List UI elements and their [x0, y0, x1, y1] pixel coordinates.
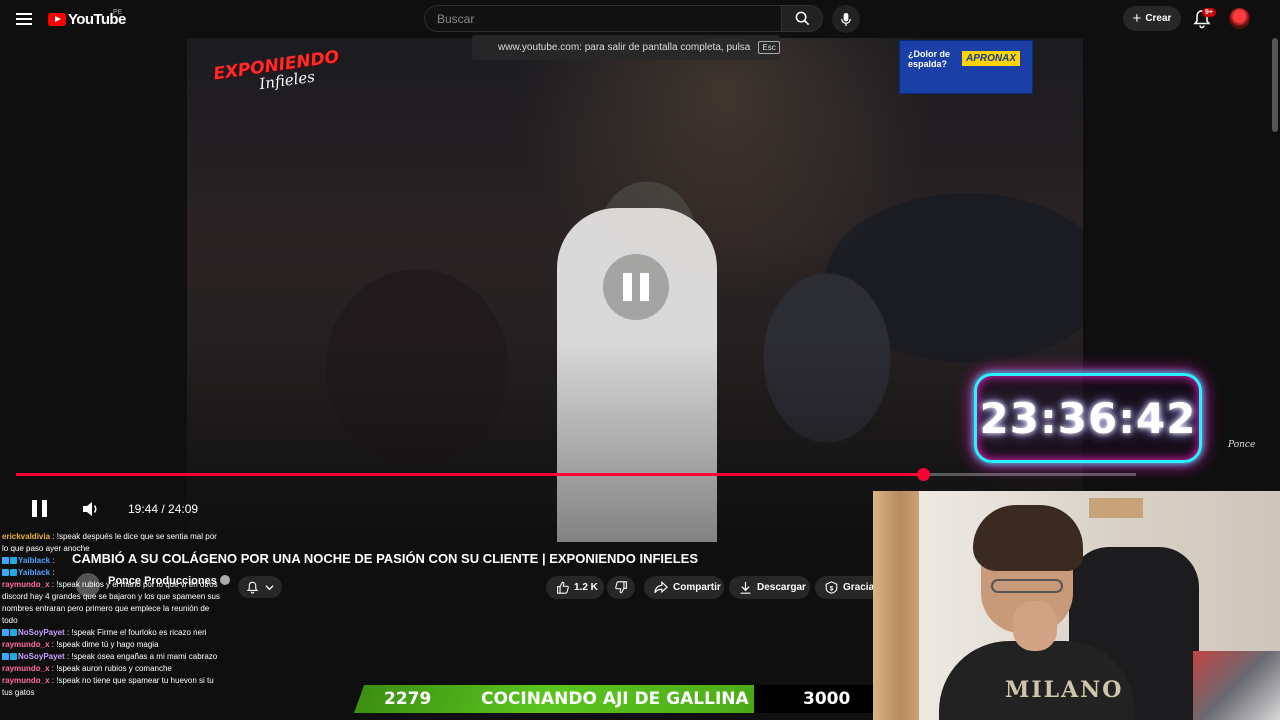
thanks-button[interactable]: $ Gracias	[815, 576, 873, 599]
chat-text: :	[50, 568, 55, 577]
chat-badge-icon	[2, 629, 9, 636]
chat-username[interactable]: NoSoyPayet	[18, 628, 65, 637]
countdown-timer: 23:36:42	[974, 373, 1202, 463]
chat-badge-icon	[10, 629, 17, 636]
youtube-window: YouTube PE + Crear 9+ EXPONIENDO Infiele…	[0, 0, 1280, 720]
chat-message: raymundo_x : !speak rubios y el mano por…	[0, 579, 222, 627]
streamer-webcam: MILANO	[873, 491, 1280, 720]
pause-icon[interactable]	[32, 500, 48, 517]
ponce-watermark: Ponce	[1228, 440, 1256, 450]
progress-played	[16, 473, 924, 476]
chat-message: raymundo_x : !speak dime tú y hago magia	[0, 639, 222, 651]
menu-icon[interactable]	[14, 9, 34, 29]
share-label: Compartir	[673, 582, 721, 593]
chat-username[interactable]: raymundo_x	[2, 664, 50, 673]
chat-username[interactable]: erickvaldivia	[2, 532, 50, 541]
volume-icon[interactable]	[82, 501, 100, 517]
search-button[interactable]	[781, 5, 823, 32]
chat-message: NoSoyPayet : !speak Firme el fourloko es…	[0, 627, 222, 639]
download-icon	[740, 581, 751, 594]
youtube-play-icon	[48, 12, 66, 26]
microphone-icon	[841, 12, 851, 26]
billboard-ad: ¿Dolor de espalda? APRONAX	[899, 40, 1033, 94]
plus-icon: +	[1132, 10, 1142, 27]
stream-chat: erickvaldivia : !speak después le dice q…	[0, 531, 222, 720]
chat-message: raymundo_x : !speak no tiene que spamear…	[0, 675, 222, 699]
streamer-hair	[973, 505, 1083, 571]
chat-badge-icon	[10, 557, 17, 564]
billboard-brand: APRONAX	[962, 51, 1021, 66]
center-pause-icon[interactable]	[603, 254, 669, 320]
chat-text: :	[50, 556, 55, 565]
chat-message: erickvaldivia : !speak después le dice q…	[0, 531, 222, 555]
page-scrollbar[interactable]	[1272, 38, 1278, 132]
fullscreen-exit-hint: www.youtube.com: para salir de pantalla …	[472, 35, 780, 60]
curtain	[873, 491, 919, 720]
create-button[interactable]: + Crear	[1123, 6, 1181, 31]
player-controls: 19:44 / 24:09	[0, 494, 600, 524]
chat-message: Yaiblack :	[0, 567, 222, 579]
chat-username[interactable]: raymundo_x	[2, 676, 50, 685]
subscription-bell-button[interactable]	[238, 576, 282, 598]
dislike-button[interactable]	[607, 576, 635, 599]
banner-text: COCINANDO AJI DE GALLINA	[481, 689, 749, 709]
user-avatar[interactable]	[1229, 8, 1250, 29]
banner-current-value: 2279	[384, 689, 432, 709]
chat-username[interactable]: Yaiblack	[18, 556, 50, 565]
chat-badge-icon	[2, 557, 9, 564]
country-code: PE	[113, 9, 123, 16]
shelf	[1089, 498, 1143, 518]
chat-username[interactable]: raymundo_x	[2, 580, 50, 589]
top-bar: YouTube PE + Crear 9+	[0, 0, 1280, 38]
chat-text: : !speak Firme el fourloko es ricazo ner…	[64, 628, 207, 637]
fullscreen-hint-text: www.youtube.com: para salir de pantalla …	[498, 42, 751, 53]
video-player[interactable]: EXPONIENDO Infieles ¿Dolor de espalda? A…	[187, 38, 1083, 542]
chat-message: NoSoyPayet : !speak osea engañas a mi ma…	[0, 651, 222, 663]
share-icon	[654, 581, 668, 594]
search-icon	[795, 11, 809, 26]
search-input[interactable]	[425, 6, 781, 31]
create-label: Crear	[1145, 13, 1172, 24]
exponiendo-infieles-logo: EXPONIENDO Infieles	[212, 46, 341, 94]
thanks-label: Gracias	[843, 582, 873, 593]
shirt-text: MILANO	[1005, 677, 1124, 703]
chat-badge-icon	[10, 653, 17, 660]
bell-icon	[246, 581, 259, 593]
streamer-hand	[1013, 601, 1057, 651]
billboard-text: ¿Dolor de espalda?	[908, 49, 950, 69]
time-display: 19:44 / 24:09	[128, 502, 199, 516]
chat-badge-icon	[2, 569, 9, 576]
chat-username[interactable]: Yaiblack	[18, 568, 50, 577]
notifications-badge: 9+	[1202, 8, 1216, 17]
glasses	[991, 579, 1063, 593]
timer-text: 23:36:42	[979, 393, 1197, 443]
thanks-icon: $	[825, 581, 838, 594]
thumbs-up-icon	[557, 581, 569, 594]
download-button[interactable]: Descargar	[729, 576, 810, 599]
chat-message: Yaiblack :	[0, 555, 222, 567]
download-label: Descargar	[757, 582, 806, 593]
esc-key: Esc	[758, 41, 780, 54]
chat-badge-icon	[10, 569, 17, 576]
like-button[interactable]: 1.2 K	[546, 576, 604, 599]
chat-text: : !speak dime tú y hago magia	[49, 640, 159, 649]
chat-text: : !speak osea engañas a mi mami cabrazo	[64, 652, 218, 661]
banner-goal-value: 3000	[803, 689, 851, 709]
progress-bar[interactable]	[16, 468, 1136, 481]
chat-message: raymundo_x : !speak auron rubios y coman…	[0, 663, 222, 675]
chat-username[interactable]: raymundo_x	[2, 640, 50, 649]
like-count: 1.2 K	[574, 582, 598, 593]
chat-username[interactable]: NoSoyPayet	[18, 652, 65, 661]
share-button[interactable]: Compartir	[644, 576, 724, 599]
chevron-down-icon	[265, 584, 274, 590]
stream-goal-banner: 2279 COCINANDO AJI DE GALLINA 3000	[354, 685, 891, 713]
voice-search-button[interactable]	[832, 5, 860, 33]
search-box[interactable]	[424, 5, 782, 32]
chat-text: : !speak auron rubios y comanche	[49, 664, 172, 673]
thumbs-down-icon	[615, 581, 627, 594]
svg-text:$: $	[830, 585, 834, 592]
chat-badge-icon	[2, 653, 9, 660]
clothes-pile	[1193, 651, 1280, 720]
